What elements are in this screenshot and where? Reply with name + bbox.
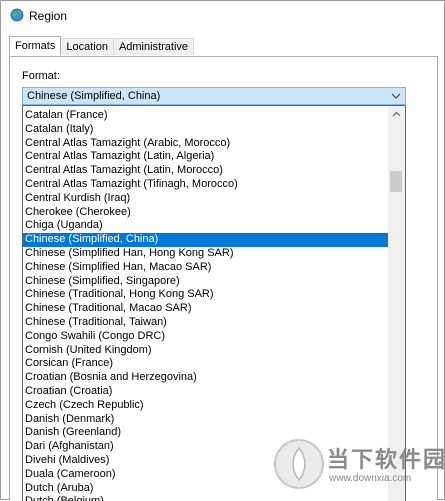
list-item[interactable]: Chinese (Simplified, China) — [23, 233, 389, 247]
tab-administrative[interactable]: Administrative — [112, 38, 195, 55]
chevron-down-icon — [391, 93, 401, 99]
tab-strip: Formats Location Administrative — [9, 36, 195, 56]
window-title: Region — [29, 9, 68, 23]
list-item[interactable]: Chinese (Traditional, Taiwan) — [23, 316, 389, 330]
list-item[interactable]: Chinese (Traditional, Hong Kong SAR) — [23, 288, 389, 302]
watermark-text: 当下软件园 — [327, 447, 445, 472]
list-item[interactable]: Cornish (United Kingdom) — [23, 344, 389, 358]
list-item[interactable]: Congo Swahili (Congo DRC) — [23, 330, 389, 344]
list-item[interactable]: Central Atlas Tamazight (Latin, Morocco) — [23, 164, 389, 178]
title-bar[interactable]: Region — [1, 1, 444, 31]
format-label: Format: — [22, 70, 60, 82]
region-window: Region Formats Location Administrative F… — [0, 0, 445, 501]
tab-location[interactable]: Location — [60, 38, 114, 55]
list-item[interactable]: Chinese (Traditional, Macao SAR) — [23, 302, 389, 316]
list-item[interactable]: Catalan (France) — [23, 109, 389, 123]
scroll-thumb[interactable] — [390, 171, 402, 192]
watermark-logo-icon — [274, 439, 324, 489]
list-item[interactable]: Cherokee (Cherokee) — [23, 206, 389, 220]
list-item[interactable]: Czech (Czech Republic) — [23, 399, 389, 413]
format-selected-value: Chinese (Simplified, China) — [27, 90, 161, 102]
list-item[interactable]: Catalan (Italy) — [23, 123, 389, 137]
format-combobox[interactable]: Chinese (Simplified, China) — [22, 87, 406, 105]
watermark-url: www.downxia.com — [329, 473, 412, 484]
chevron-up-icon[interactable] — [388, 106, 405, 123]
list-item[interactable]: Chiga (Uganda) — [23, 219, 389, 233]
list-item[interactable]: Corsican (France) — [23, 357, 389, 371]
list-item[interactable]: Central Atlas Tamazight (Arabic, Morocco… — [23, 137, 389, 151]
list-item[interactable]: Chinese (Simplified Han, Hong Kong SAR) — [23, 247, 389, 261]
list-item[interactable]: Central Atlas Tamazight (Tifinagh, Moroc… — [23, 178, 389, 192]
list-item[interactable]: Danish (Denmark) — [23, 413, 389, 427]
list-item[interactable]: Chinese (Simplified Han, Macao SAR) — [23, 261, 389, 275]
list-item[interactable]: Croatian (Croatia) — [23, 385, 389, 399]
list-item[interactable]: Central Atlas Tamazight (Latin, Algeria) — [23, 150, 389, 164]
watermark: 当下软件园 www.downxia.com — [271, 436, 445, 496]
globe-icon — [10, 8, 24, 22]
tab-formats[interactable]: Formats — [9, 36, 62, 55]
list-item[interactable]: Chinese (Simplified, Singapore) — [23, 275, 389, 289]
list-item[interactable]: Central Kurdish (Iraq) — [23, 192, 389, 206]
list-item[interactable]: Dutch (Belgium) — [23, 495, 389, 501]
list-item[interactable]: Croatian (Bosnia and Herzegovina) — [23, 371, 389, 385]
